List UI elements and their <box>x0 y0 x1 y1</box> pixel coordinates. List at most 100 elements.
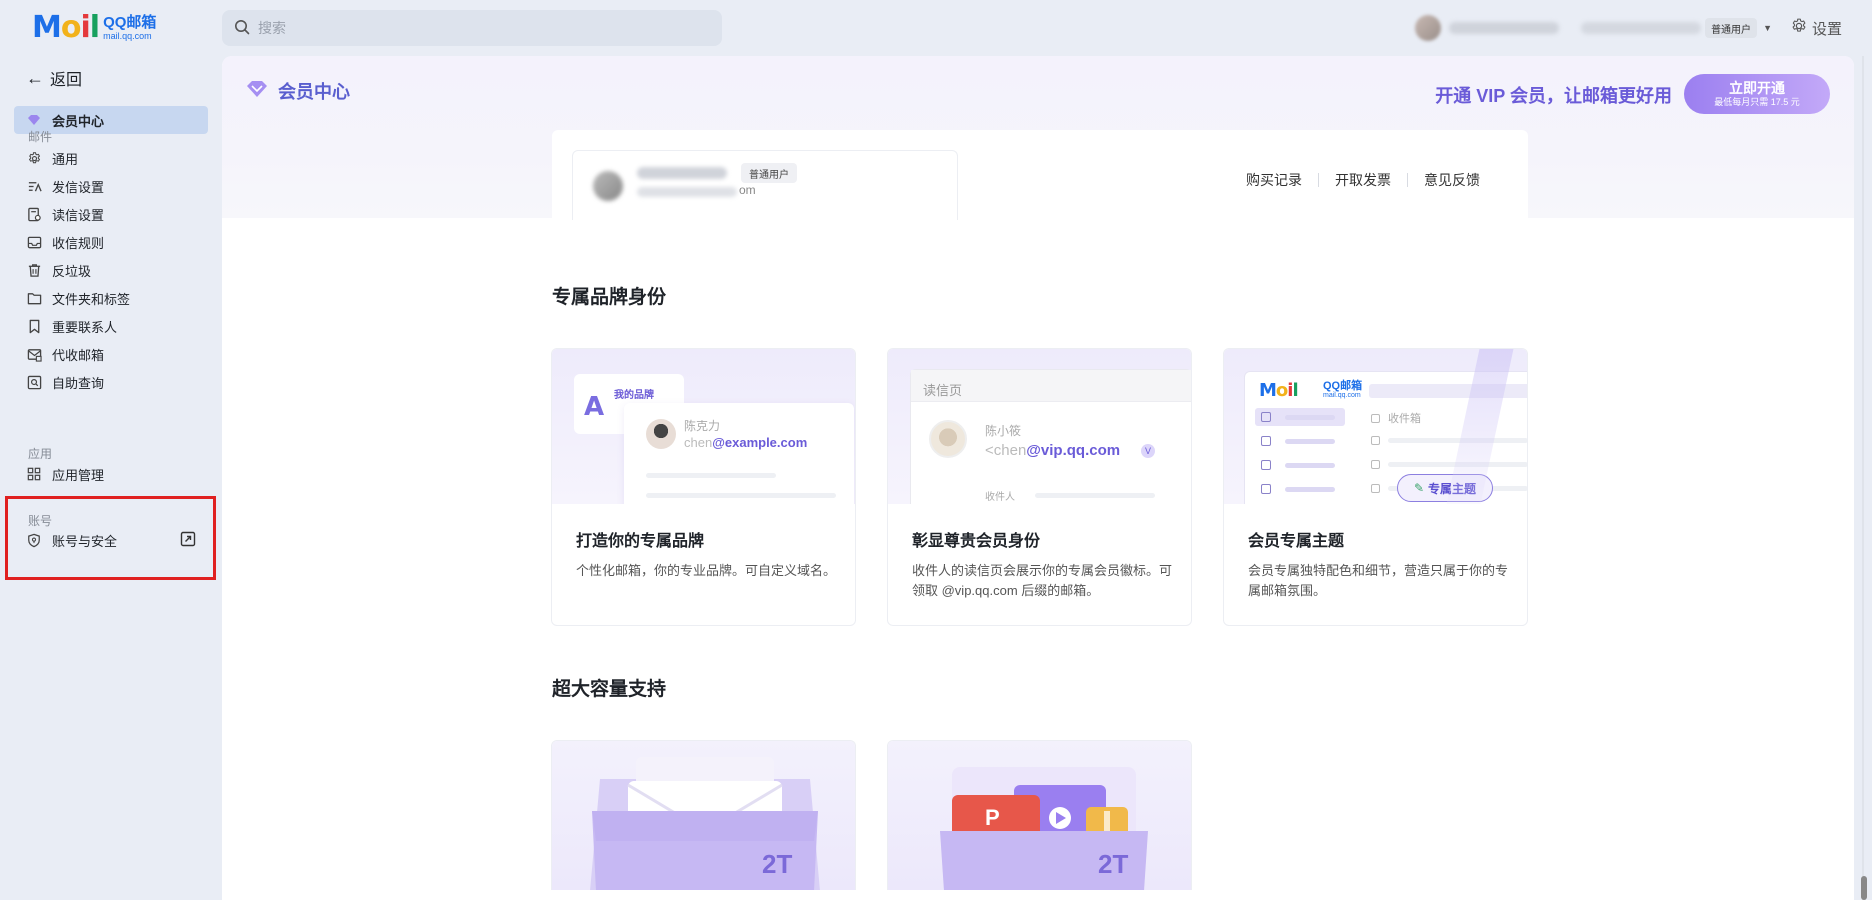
avatar <box>593 171 623 201</box>
search-bar[interactable] <box>222 10 722 46</box>
top-bar: Moil QQ邮箱 mail.qq.com 普通用户 ▼ 设置 <box>0 0 1872 56</box>
vip-badge-icon: V <box>1141 444 1155 458</box>
arrow-left-icon: ← <box>26 67 44 88</box>
qq-mail-logo[interactable]: Moil QQ邮箱 mail.qq.com <box>32 10 156 46</box>
open-vip-label: 立即开通 <box>1729 80 1785 96</box>
sidebar-item-label: 反垃圾 <box>52 263 92 279</box>
profile-links: 购买记录 开取发票 意见反馈 <box>1246 170 1480 190</box>
feature-card-theme[interactable]: Moil QQ邮箱 mail.qq.com 收件箱 ✎ 会员专属主题 会员专属独… <box>1223 348 1528 626</box>
feature-card-mail-capacity[interactable]: 2T <box>551 740 856 890</box>
page-title-label: 会员中心 <box>278 82 350 102</box>
feature-card-file-capacity[interactable]: P 2T <box>887 740 1192 890</box>
feedback-link[interactable]: 意见反馈 <box>1424 170 1480 190</box>
shield-icon <box>26 532 42 548</box>
qq-mail-logo: Moil <box>1259 380 1299 401</box>
profile-name-redacted <box>637 167 727 179</box>
sidebar-item-label: 读信设置 <box>52 207 105 223</box>
theme-illustration: Moil QQ邮箱 mail.qq.com 收件箱 ✎ <box>1224 349 1527 504</box>
avatar <box>646 419 676 449</box>
search-input[interactable] <box>258 20 698 36</box>
file-capacity-illustration: P 2T <box>888 741 1191 890</box>
search-doc-icon <box>26 374 42 390</box>
feature-card-brand[interactable]: A 我的品牌 陈克力 chen@example.com 打造你的专属品牌 个性化… <box>551 348 856 626</box>
section-label-mail: 邮件 <box>28 130 53 144</box>
external-link-icon[interactable] <box>180 531 196 550</box>
sidebar-item-receive-rules[interactable]: 收信规则 <box>14 228 208 256</box>
star-icon <box>1261 460 1271 470</box>
sidebar: ← 返回 会员中心 邮件 通用 发信设置 读信设置 收信规则 反垃圾 文件夹和标… <box>0 56 222 900</box>
grid-icon <box>26 466 42 482</box>
document-letter: P <box>985 805 1000 830</box>
inbox-icon <box>1261 412 1271 422</box>
sidebar-item-label: 通用 <box>52 151 79 167</box>
sidebar-item-label: 账号与安全 <box>52 533 118 549</box>
sidebar-item-send-settings[interactable]: 发信设置 <box>14 172 208 200</box>
mail-capacity-illustration: 2T <box>552 741 855 890</box>
open-vip-button[interactable]: 立即开通 最低每月只需 17.5 元 <box>1684 74 1830 114</box>
feature-card-vip-identity[interactable]: 读信页 陈小筱 <chen@vip.qq.com V 收件人 彰显尊贵会员身份 … <box>887 348 1192 626</box>
scrollbar-thumb[interactable] <box>1861 876 1867 900</box>
sidebar-item-label: 应用管理 <box>52 467 105 483</box>
sidebar-item-label: 重要联系人 <box>52 319 118 335</box>
sidebar-item-collect-mail[interactable]: 代收邮箱 <box>14 340 208 368</box>
sidebar-item-read-settings[interactable]: 读信设置 <box>14 200 208 228</box>
profile-email-tail: om <box>739 183 756 197</box>
feature-title: 会员专属主题 <box>1248 533 1345 550</box>
avatar[interactable] <box>1415 15 1442 41</box>
sidebar-item-label: 代收邮箱 <box>52 347 105 363</box>
brand-logo-icon: A <box>584 392 605 422</box>
mail-collect-icon <box>26 346 42 362</box>
feature-description: 个性化邮箱，你的专业品牌。可自定义域名。 <box>576 563 837 578</box>
brush-icon: ✎ <box>1413 481 1425 495</box>
feature-description: 会员专属独特配色和细节，营造只属于你的专属邮箱氛围。 <box>1248 563 1509 598</box>
page-title: 会员中心 <box>246 78 350 104</box>
account-name-redacted <box>1449 22 1560 34</box>
gear-icon <box>1790 17 1808 39</box>
feature-title: 彰显尊贵会员身份 <box>912 533 1041 550</box>
send-settings-icon <box>26 178 42 194</box>
gear-icon <box>26 150 42 166</box>
trash-icon <box>26 262 42 278</box>
account-area[interactable]: 普通用户 ▼ 设置 <box>1415 10 1872 46</box>
sidebar-item-self-service[interactable]: 自助查询 <box>14 368 208 396</box>
reader-page-mock: 读信页 陈小筱 <chen@vip.qq.com V 收件人 <box>910 369 1191 504</box>
invoice-link[interactable]: 开取发票 <box>1335 170 1391 190</box>
sidebar-item-folders-tags[interactable]: 文件夹和标签 <box>14 284 208 312</box>
settings-label: 设置 <box>1811 20 1842 38</box>
diamond-icon <box>246 80 268 103</box>
main-panel: 会员中心 开通 VIP 会员，让邮箱更好用 立即开通 最低每月只需 17.5 元… <box>222 56 1854 900</box>
logo-brand: QQ邮箱 <box>103 13 157 31</box>
folder-2t-icon <box>940 767 1148 890</box>
account-email-redacted <box>1581 22 1702 34</box>
back-label: 返回 <box>50 72 83 89</box>
brand-contact-card: 陈克力 chen@example.com <box>624 403 854 504</box>
purchase-history-link[interactable]: 购买记录 <box>1246 170 1302 190</box>
scrollbar[interactable] <box>1860 56 1868 900</box>
sidebar-item-app-management[interactable]: 应用管理 <box>14 460 208 488</box>
diamond-icon <box>26 112 42 128</box>
sidebar-item-label: 收信规则 <box>52 235 105 251</box>
brand-illustration: A 我的品牌 陈克力 chen@example.com <box>552 349 855 504</box>
divider <box>1407 173 1408 187</box>
bookmark-icon <box>1261 436 1271 446</box>
folder-icon <box>26 290 42 306</box>
section-title-capacity: 超大容量支持 <box>552 679 667 700</box>
settings-button[interactable]: 设置 <box>1790 17 1842 39</box>
read-settings-icon <box>26 206 42 222</box>
vip-promo-text: 开通 VIP 会员，让邮箱更好用 <box>1435 86 1672 106</box>
bookmark-icon <box>26 318 42 334</box>
profile-summary: 普通用户 om <box>572 150 958 220</box>
chevron-down-icon[interactable]: ▼ <box>1763 23 1772 33</box>
warning-icon <box>1261 484 1271 494</box>
section-title-brand: 专属品牌身份 <box>552 287 667 308</box>
sidebar-item-anti-spam[interactable]: 反垃圾 <box>14 256 208 284</box>
sidebar-item-general[interactable]: 通用 <box>14 144 208 172</box>
user-level-badge: 普通用户 <box>741 163 797 183</box>
inbox-icon <box>26 234 42 250</box>
sidebar-item-important-contacts[interactable]: 重要联系人 <box>14 312 208 340</box>
back-button[interactable]: ← 返回 <box>26 66 82 90</box>
search-icon <box>234 19 250 38</box>
open-vip-sub-label: 最低每月只需 17.5 元 <box>1714 97 1800 107</box>
mailbox-2t-icon <box>590 757 820 890</box>
sidebar-item-account-security[interactable]: 账号与安全 <box>14 526 208 554</box>
